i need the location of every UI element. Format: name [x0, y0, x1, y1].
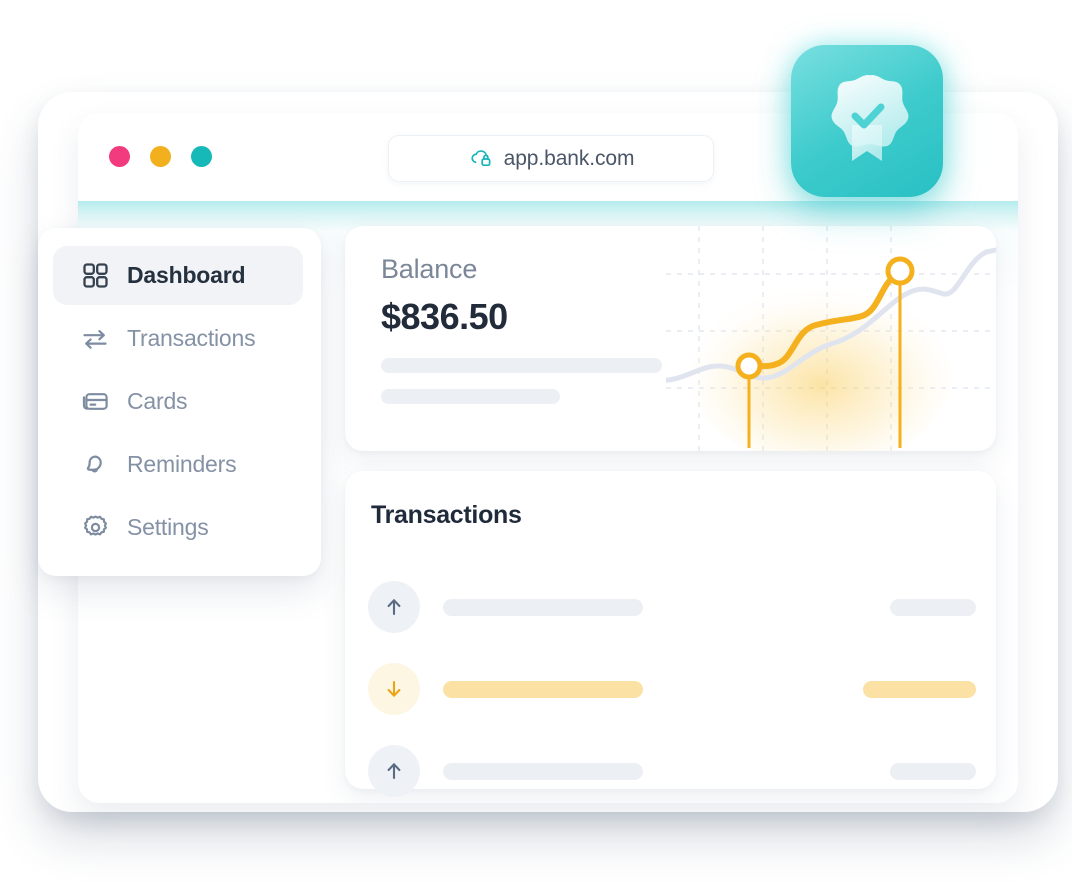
verified-badge: [791, 45, 943, 197]
balance-label: Balance: [381, 254, 478, 284]
transaction-amount-placeholder: [863, 681, 976, 698]
balance-placeholder-bar-2: [381, 389, 560, 404]
arrow-up-icon: [368, 581, 420, 633]
sidebar-item-transactions[interactable]: Transactions: [53, 309, 303, 368]
sidebar-item-label: Dashboard: [127, 262, 246, 288]
transaction-name-placeholder: [443, 599, 643, 616]
credit-card-icon: [80, 387, 110, 417]
transactions-title: Transactions: [371, 501, 522, 529]
transaction-name-placeholder: [443, 681, 643, 698]
minimize-dot[interactable]: [150, 146, 171, 167]
bell-icon: [80, 450, 110, 480]
balance-card: Balance $836.50: [345, 226, 996, 451]
rosette-medal: [831, 75, 909, 147]
sidebar-item-label: Transactions: [127, 325, 256, 351]
sidebar: Dashboard Transactions Cards Reminders S…: [38, 228, 321, 576]
transaction-row[interactable]: [368, 581, 976, 633]
transaction-name-placeholder: [443, 763, 643, 780]
balance-placeholder-bar-1: [381, 358, 662, 373]
url-text: app.bank.com: [503, 146, 635, 170]
close-dot[interactable]: [109, 146, 130, 167]
chart-marker-left: [735, 352, 763, 380]
grid-icon: [80, 261, 110, 291]
maximize-dot[interactable]: [191, 146, 212, 167]
sidebar-item-label: Settings: [127, 514, 209, 540]
balance-line-chart: [666, 226, 996, 451]
transaction-amount-placeholder: [890, 599, 976, 616]
transaction-amount-placeholder: [890, 763, 976, 780]
gear-icon: [80, 513, 110, 543]
sidebar-item-label: Reminders: [127, 451, 237, 477]
sidebar-item-cards[interactable]: Cards: [53, 372, 303, 431]
sidebar-item-reminders[interactable]: Reminders: [53, 435, 303, 494]
chart-marker-right: [885, 256, 915, 286]
sidebar-item-dashboard[interactable]: Dashboard: [53, 246, 303, 305]
cloud-lock-icon: [468, 146, 494, 172]
address-bar[interactable]: app.bank.com: [388, 135, 714, 182]
arrow-down-icon: [368, 663, 420, 715]
balance-amount: $836.50: [381, 296, 508, 337]
transaction-row[interactable]: [368, 745, 976, 797]
window-controls: [109, 146, 212, 167]
sidebar-item-label: Cards: [127, 388, 188, 414]
sidebar-item-settings[interactable]: Settings: [53, 498, 303, 557]
transfer-icon: [80, 324, 110, 354]
verified-award-icon: [819, 69, 915, 173]
transaction-row[interactable]: [368, 663, 976, 715]
transactions-card: Transactions: [345, 471, 996, 797]
arrow-up-icon: [368, 745, 420, 797]
